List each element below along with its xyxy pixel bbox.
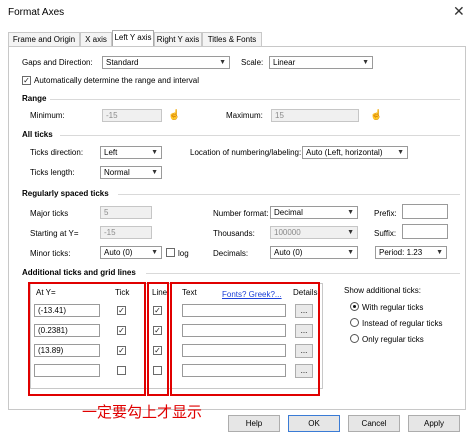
log-label: log xyxy=(178,249,189,258)
divider xyxy=(146,273,460,274)
thousands-select[interactable]: 100000 ▼ xyxy=(270,226,358,239)
text-highlight-box xyxy=(170,282,320,396)
starting-at-input[interactable]: -15 xyxy=(100,226,152,239)
ticks-direction-label: Ticks direction: xyxy=(30,148,84,157)
maximum-input[interactable]: 15 xyxy=(271,109,359,122)
decimals-select[interactable]: Auto (0) ▼ xyxy=(270,246,358,259)
gaps-value: Standard xyxy=(106,58,139,67)
decimals-value: Auto (0) xyxy=(274,248,303,257)
auto-range-checkbox[interactable]: ✓ xyxy=(22,76,31,85)
with-regular-label: With regular ticks xyxy=(362,303,424,312)
scale-value: Linear xyxy=(273,58,296,67)
scale-label: Scale: xyxy=(241,58,264,67)
log-checkbox[interactable] xyxy=(166,248,175,257)
suffix-label: Suffix: xyxy=(374,229,397,238)
instead-of-regular-label: Instead of regular ticks xyxy=(362,319,443,328)
number-format-value: Decimal xyxy=(274,208,303,217)
tab-x-axis[interactable]: X axis xyxy=(80,32,112,47)
tab-titles-fonts[interactable]: Titles & Fonts xyxy=(202,32,262,47)
help-button[interactable]: Help xyxy=(228,415,280,432)
close-icon[interactable]: ✕ xyxy=(453,3,465,20)
ok-button[interactable]: OK xyxy=(288,415,340,432)
only-regular-label: Only regular ticks xyxy=(362,335,424,344)
divider xyxy=(50,99,460,100)
ticks-length-value: Normal xyxy=(104,168,130,177)
chevron-down-icon: ▼ xyxy=(397,149,404,156)
title-bar xyxy=(0,0,474,27)
gaps-select[interactable]: Standard ▼ xyxy=(102,56,230,69)
thousands-value: 100000 xyxy=(274,228,301,237)
radio-with-regular[interactable] xyxy=(350,302,359,311)
chevron-down-icon: ▼ xyxy=(347,209,354,216)
number-format-select[interactable]: Decimal ▼ xyxy=(270,206,358,219)
ticks-length-label: Ticks length: xyxy=(30,168,75,177)
location-select[interactable]: Auto (Left, horizontal) ▼ xyxy=(302,146,408,159)
chevron-down-icon: ▼ xyxy=(362,59,369,66)
decimals-label: Decimals: xyxy=(213,249,249,258)
apply-button[interactable]: Apply xyxy=(408,415,460,432)
tab-left-y-axis[interactable]: Left Y axis xyxy=(112,30,154,47)
hand-picker-icon[interactable]: ☝ xyxy=(168,108,180,123)
minor-ticks-label: Minor ticks: xyxy=(30,249,71,258)
chevron-down-icon: ▼ xyxy=(151,169,158,176)
minimum-label: Minimum: xyxy=(30,111,65,120)
prefix-input[interactable] xyxy=(402,204,448,219)
chevron-down-icon: ▼ xyxy=(151,149,158,156)
radio-only-regular[interactable] xyxy=(350,334,359,343)
chevron-down-icon: ▼ xyxy=(347,249,354,256)
minor-ticks-select[interactable]: Auto (0) ▼ xyxy=(100,246,162,259)
ticks-direction-value: Left xyxy=(104,148,118,157)
tick-highlight-box xyxy=(28,282,146,396)
annotation-text: 一定要勾上才显示 xyxy=(82,403,203,421)
divider xyxy=(60,135,460,136)
hand-picker-icon[interactable]: ☝ xyxy=(370,108,382,123)
period-select[interactable]: Period: 1.23 ▼ xyxy=(375,246,447,259)
chevron-down-icon: ▼ xyxy=(436,249,443,256)
chevron-down-icon: ▼ xyxy=(219,59,226,66)
minimum-input[interactable]: -15 xyxy=(102,109,162,122)
range-heading: Range xyxy=(22,94,47,103)
regular-ticks-heading: Regularly spaced ticks xyxy=(22,189,109,198)
ticks-length-select[interactable]: Normal ▼ xyxy=(100,166,162,179)
number-format-label: Number format: xyxy=(213,209,269,218)
divider xyxy=(118,194,460,195)
location-label: Location of numbering/labeling: xyxy=(190,148,302,157)
radio-instead-of-regular[interactable] xyxy=(350,318,359,327)
tab-right-y-axis[interactable]: Right Y axis xyxy=(154,32,202,47)
chevron-down-icon: ▼ xyxy=(347,229,354,236)
minor-ticks-value: Auto (0) xyxy=(104,248,133,257)
starting-at-label: Starting at Y= xyxy=(30,229,79,238)
maximum-label: Maximum: xyxy=(226,111,263,120)
additional-ticks-heading: Additional ticks and grid lines xyxy=(22,268,136,277)
chevron-down-icon: ▼ xyxy=(151,249,158,256)
period-value: Period: 1.23 xyxy=(379,248,423,257)
tab-frame-and-origin[interactable]: Frame and Origin xyxy=(8,32,80,47)
gaps-label: Gaps and Direction: xyxy=(22,58,93,67)
major-ticks-input[interactable]: 5 xyxy=(100,206,152,219)
window-title: Format Axes xyxy=(8,7,65,18)
all-ticks-heading: All ticks xyxy=(22,130,53,139)
show-additional-label: Show additional ticks: xyxy=(344,286,421,295)
location-value: Auto (Left, horizontal) xyxy=(306,148,383,157)
major-ticks-label: Major ticks xyxy=(30,209,69,218)
cancel-button[interactable]: Cancel xyxy=(348,415,400,432)
prefix-label: Prefix: xyxy=(374,209,397,218)
ticks-direction-select[interactable]: Left ▼ xyxy=(100,146,162,159)
scale-select[interactable]: Linear ▼ xyxy=(269,56,373,69)
auto-range-label: Automatically determine the range and in… xyxy=(34,76,199,85)
suffix-input[interactable] xyxy=(402,224,448,239)
line-highlight-box xyxy=(147,282,169,396)
thousands-label: Thousands: xyxy=(213,229,255,238)
